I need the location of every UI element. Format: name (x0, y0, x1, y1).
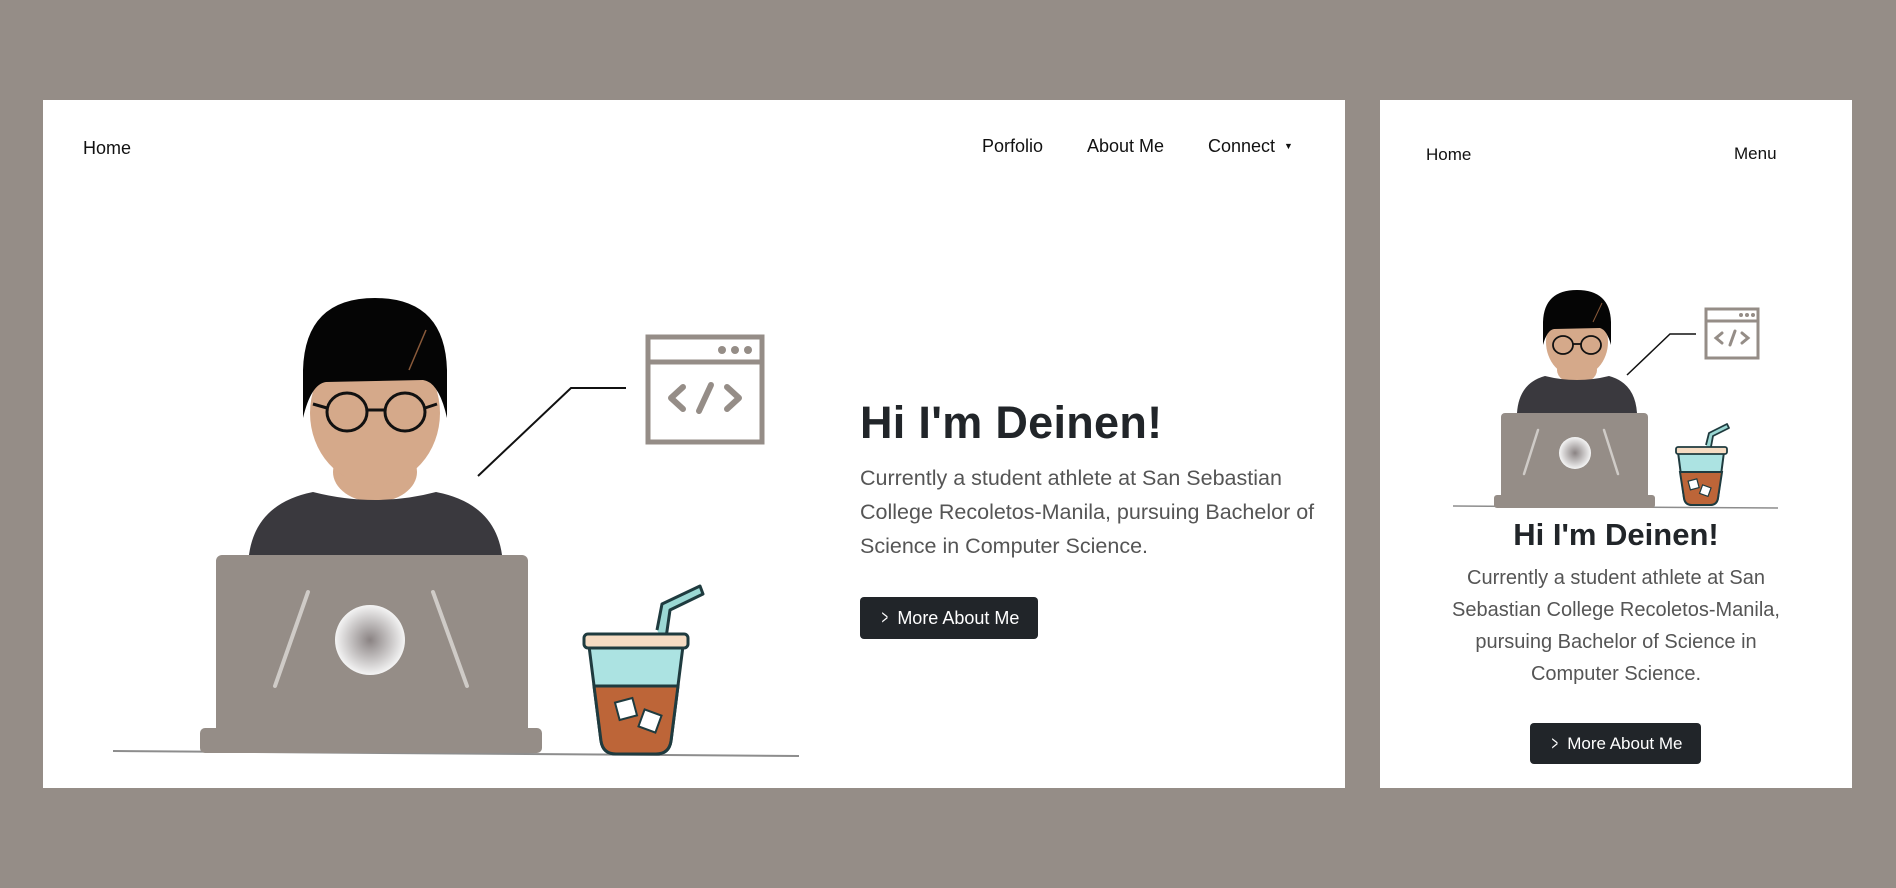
hero-title: Hi I'm Deinen! (860, 397, 1163, 448)
iced-drink-icon (582, 584, 705, 756)
more-about-me-button[interactable]: > More About Me (860, 597, 1038, 639)
code-window-icon (645, 334, 765, 445)
hero-title: Hi I'm Deinen! (1513, 517, 1719, 552)
more-about-me-button[interactable]: > More About Me (1530, 723, 1701, 764)
mobile-preview: Home Menu Hi I'm Deinen! Currently a stu… (1380, 100, 1852, 788)
laptop-logo (335, 605, 405, 675)
code-window-icon (1704, 307, 1760, 360)
more-about-me-label: More About Me (1567, 733, 1683, 753)
chevron-right-icon: > (1551, 732, 1558, 755)
chevron-right-icon: > (881, 607, 888, 629)
desktop-preview: Home Porfolio About Me Connect ▼ Hi I'm … (43, 100, 1345, 788)
hero-description: Currently a student athlete at San Sebas… (860, 466, 1315, 558)
connector-line (1626, 333, 1696, 376)
laptop-icon (1494, 413, 1655, 508)
more-about-me-label: More About Me (897, 607, 1020, 628)
iced-drink-icon (1675, 423, 1730, 506)
person-figure (1517, 290, 1637, 413)
laptop-base (200, 728, 542, 753)
connector-line (477, 387, 626, 477)
laptop-icon (200, 555, 542, 753)
hero-description: Currently a student athlete at San Sebas… (1452, 567, 1780, 685)
person-figure (248, 298, 503, 570)
